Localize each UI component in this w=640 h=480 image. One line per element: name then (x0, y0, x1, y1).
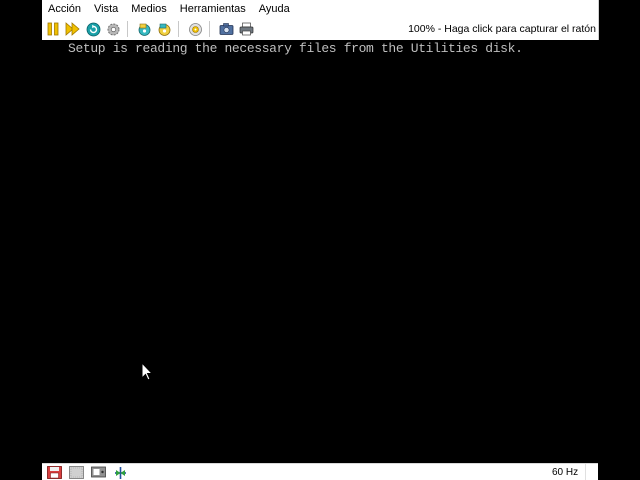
settings-gear-icon (107, 23, 119, 35)
menu-medios[interactable]: Medios (125, 0, 173, 18)
cdrom-icon (188, 22, 202, 36)
floppy-drive-a-icon (138, 23, 150, 36)
menu-herramientas[interactable]: Herramientas (174, 0, 253, 18)
display-status-button[interactable] (90, 466, 106, 480)
network-status-icon (114, 466, 126, 479)
reset-button[interactable] (84, 20, 102, 38)
emulator-window: Acción Vista Medios Herramientas Ayuda 1… (0, 0, 640, 480)
menu-vista[interactable]: Vista (88, 0, 125, 18)
disk-status-button[interactable] (68, 466, 84, 480)
printer-button[interactable] (237, 20, 255, 38)
fast-forward-button[interactable] (64, 20, 82, 38)
floppy-status-button[interactable] (46, 466, 62, 480)
status-icons (42, 464, 130, 480)
capture-status-text: 100% - Haga click para capturar el ratón (408, 23, 596, 35)
pause-button[interactable] (44, 20, 62, 38)
resize-grip[interactable] (585, 464, 598, 480)
refresh-rate-indicator: 60 Hz (552, 467, 579, 478)
floppy-a-button[interactable] (135, 20, 153, 38)
toolbar-separator (178, 21, 179, 37)
top-chrome: Acción Vista Medios Herramientas Ayuda 1… (42, 0, 599, 40)
reset-icon (86, 22, 100, 36)
hard-disk-status-icon (68, 466, 84, 479)
status-bar: 60 Hz (42, 463, 598, 480)
printer-icon (239, 22, 253, 36)
floppy-b-button[interactable] (155, 20, 173, 38)
pause-icon (47, 22, 59, 36)
screenshot-camera-icon (219, 23, 233, 35)
cdrom-button[interactable] (186, 20, 204, 38)
menu-bar: Acción Vista Medios Herramientas Ayuda (42, 0, 598, 18)
monitor-status-icon (90, 466, 106, 478)
screenshot-button[interactable] (217, 20, 235, 38)
setup-message: Setup is reading the necessary files fro… (68, 41, 523, 56)
menu-accion[interactable]: Acción (42, 0, 88, 18)
floppy-status-icon (46, 466, 62, 479)
floppy-drive-b-icon (158, 23, 170, 36)
network-status-button[interactable] (112, 466, 128, 480)
fast-forward-icon (65, 22, 80, 36)
toolbar-separator (127, 21, 128, 37)
mouse-pointer-icon (141, 362, 153, 381)
toolbar-separator (209, 21, 210, 37)
menu-ayuda[interactable]: Ayuda (253, 0, 297, 18)
settings-button[interactable] (104, 20, 122, 38)
